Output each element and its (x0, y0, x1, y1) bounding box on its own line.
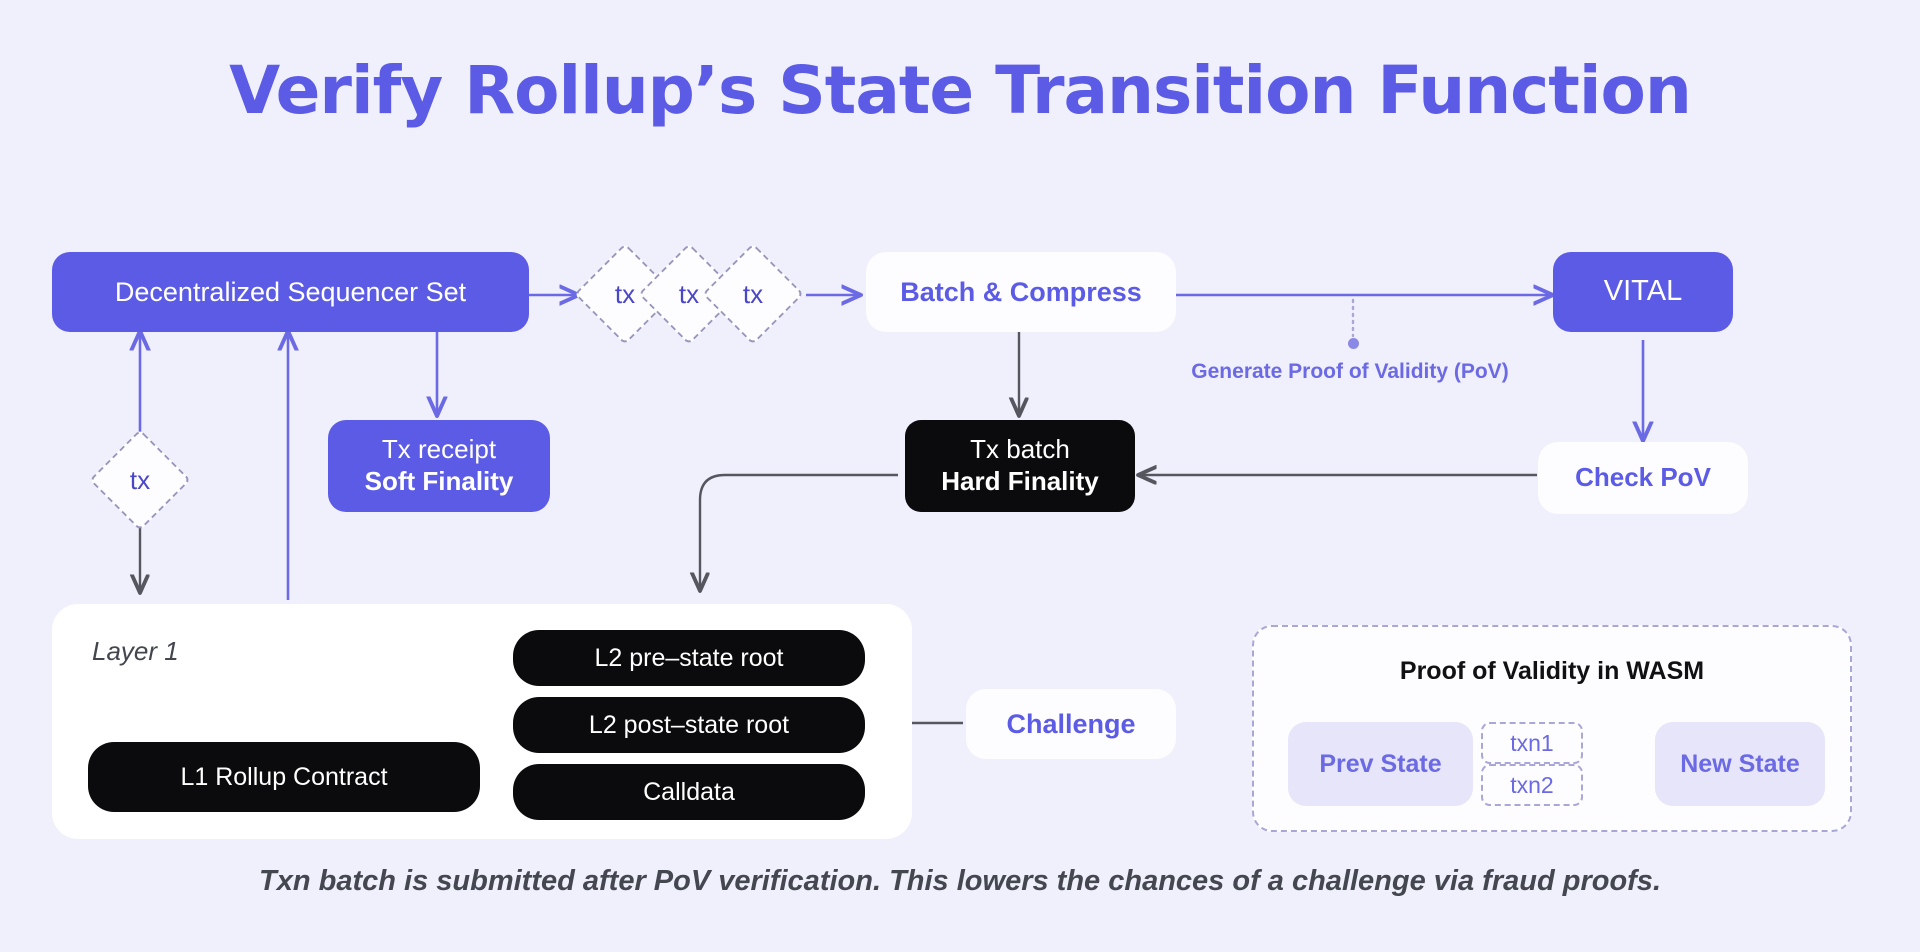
node-label: Calldata (643, 777, 735, 806)
pov-arrow-caption: Generate Proof of Validity (PoV) (1191, 360, 1509, 383)
node-label: Batch & Compress (900, 276, 1142, 307)
node-label: Tx batch (970, 434, 1070, 465)
node-l2-pre-state-root[interactable]: L2 pre–state root (513, 630, 865, 686)
node-label: Decentralized Sequencer Set (114, 276, 467, 307)
node-l2-post-state-root[interactable]: L2 post–state root (513, 697, 865, 753)
node-sublabel: Soft Finality (364, 466, 514, 496)
tx-diamond-2-label: tx (678, 278, 700, 309)
footer-caption: Txn batch is submitted after PoV verific… (259, 865, 1661, 897)
node-label: L1 Rollup Contract (180, 762, 388, 791)
node-label: Challenge (1006, 708, 1136, 739)
layer1-title: Layer 1 (92, 636, 179, 666)
node-tx-receipt[interactable]: Tx receipt Soft Finality (328, 420, 550, 512)
tx-diamond-3-label: tx (742, 278, 764, 309)
node-sublabel: Hard Finality (941, 466, 1099, 496)
wasm-panel-title: Proof of Validity in WASM (1399, 657, 1705, 685)
node-tx-batch[interactable]: Tx batch Hard Finality (905, 420, 1135, 512)
node-label: L2 pre–state root (594, 643, 784, 672)
node-new-state[interactable]: New State (1655, 722, 1825, 806)
node-label: VITAL (1603, 275, 1683, 308)
node-label: New State (1680, 749, 1800, 778)
node-label: L2 post–state root (588, 710, 790, 739)
node-batch-compress[interactable]: Batch & Compress (866, 252, 1176, 332)
node-prev-state[interactable]: Prev State (1288, 722, 1473, 806)
node-check-pov[interactable]: Check PoV (1538, 442, 1748, 514)
pov-connector-dot (1348, 338, 1359, 349)
tx-diamond-1-label: tx (614, 278, 636, 309)
node-txn1[interactable]: txn1 (1481, 722, 1583, 764)
node-calldata[interactable]: Calldata (513, 764, 865, 820)
node-vital[interactable]: VITAL (1553, 252, 1733, 332)
node-label: txn1 (1510, 729, 1554, 756)
node-label: Prev State (1319, 749, 1442, 778)
node-label: Tx receipt (381, 434, 497, 465)
page-title: Verify Rollup’s State Transition Functio… (229, 52, 1692, 129)
node-txn2[interactable]: txn2 (1481, 764, 1583, 806)
node-decentralized-sequencer-set[interactable]: Decentralized Sequencer Set (52, 252, 529, 332)
diagram-canvas: Verify Rollup’s State Transition Functio… (0, 0, 1920, 952)
node-label: txn2 (1510, 771, 1554, 798)
node-challenge[interactable]: Challenge (966, 689, 1176, 759)
node-l1-rollup-contract[interactable]: L1 Rollup Contract (88, 742, 480, 812)
tx-diamond-left-label: tx (129, 464, 151, 495)
node-label: Check PoV (1575, 462, 1711, 493)
